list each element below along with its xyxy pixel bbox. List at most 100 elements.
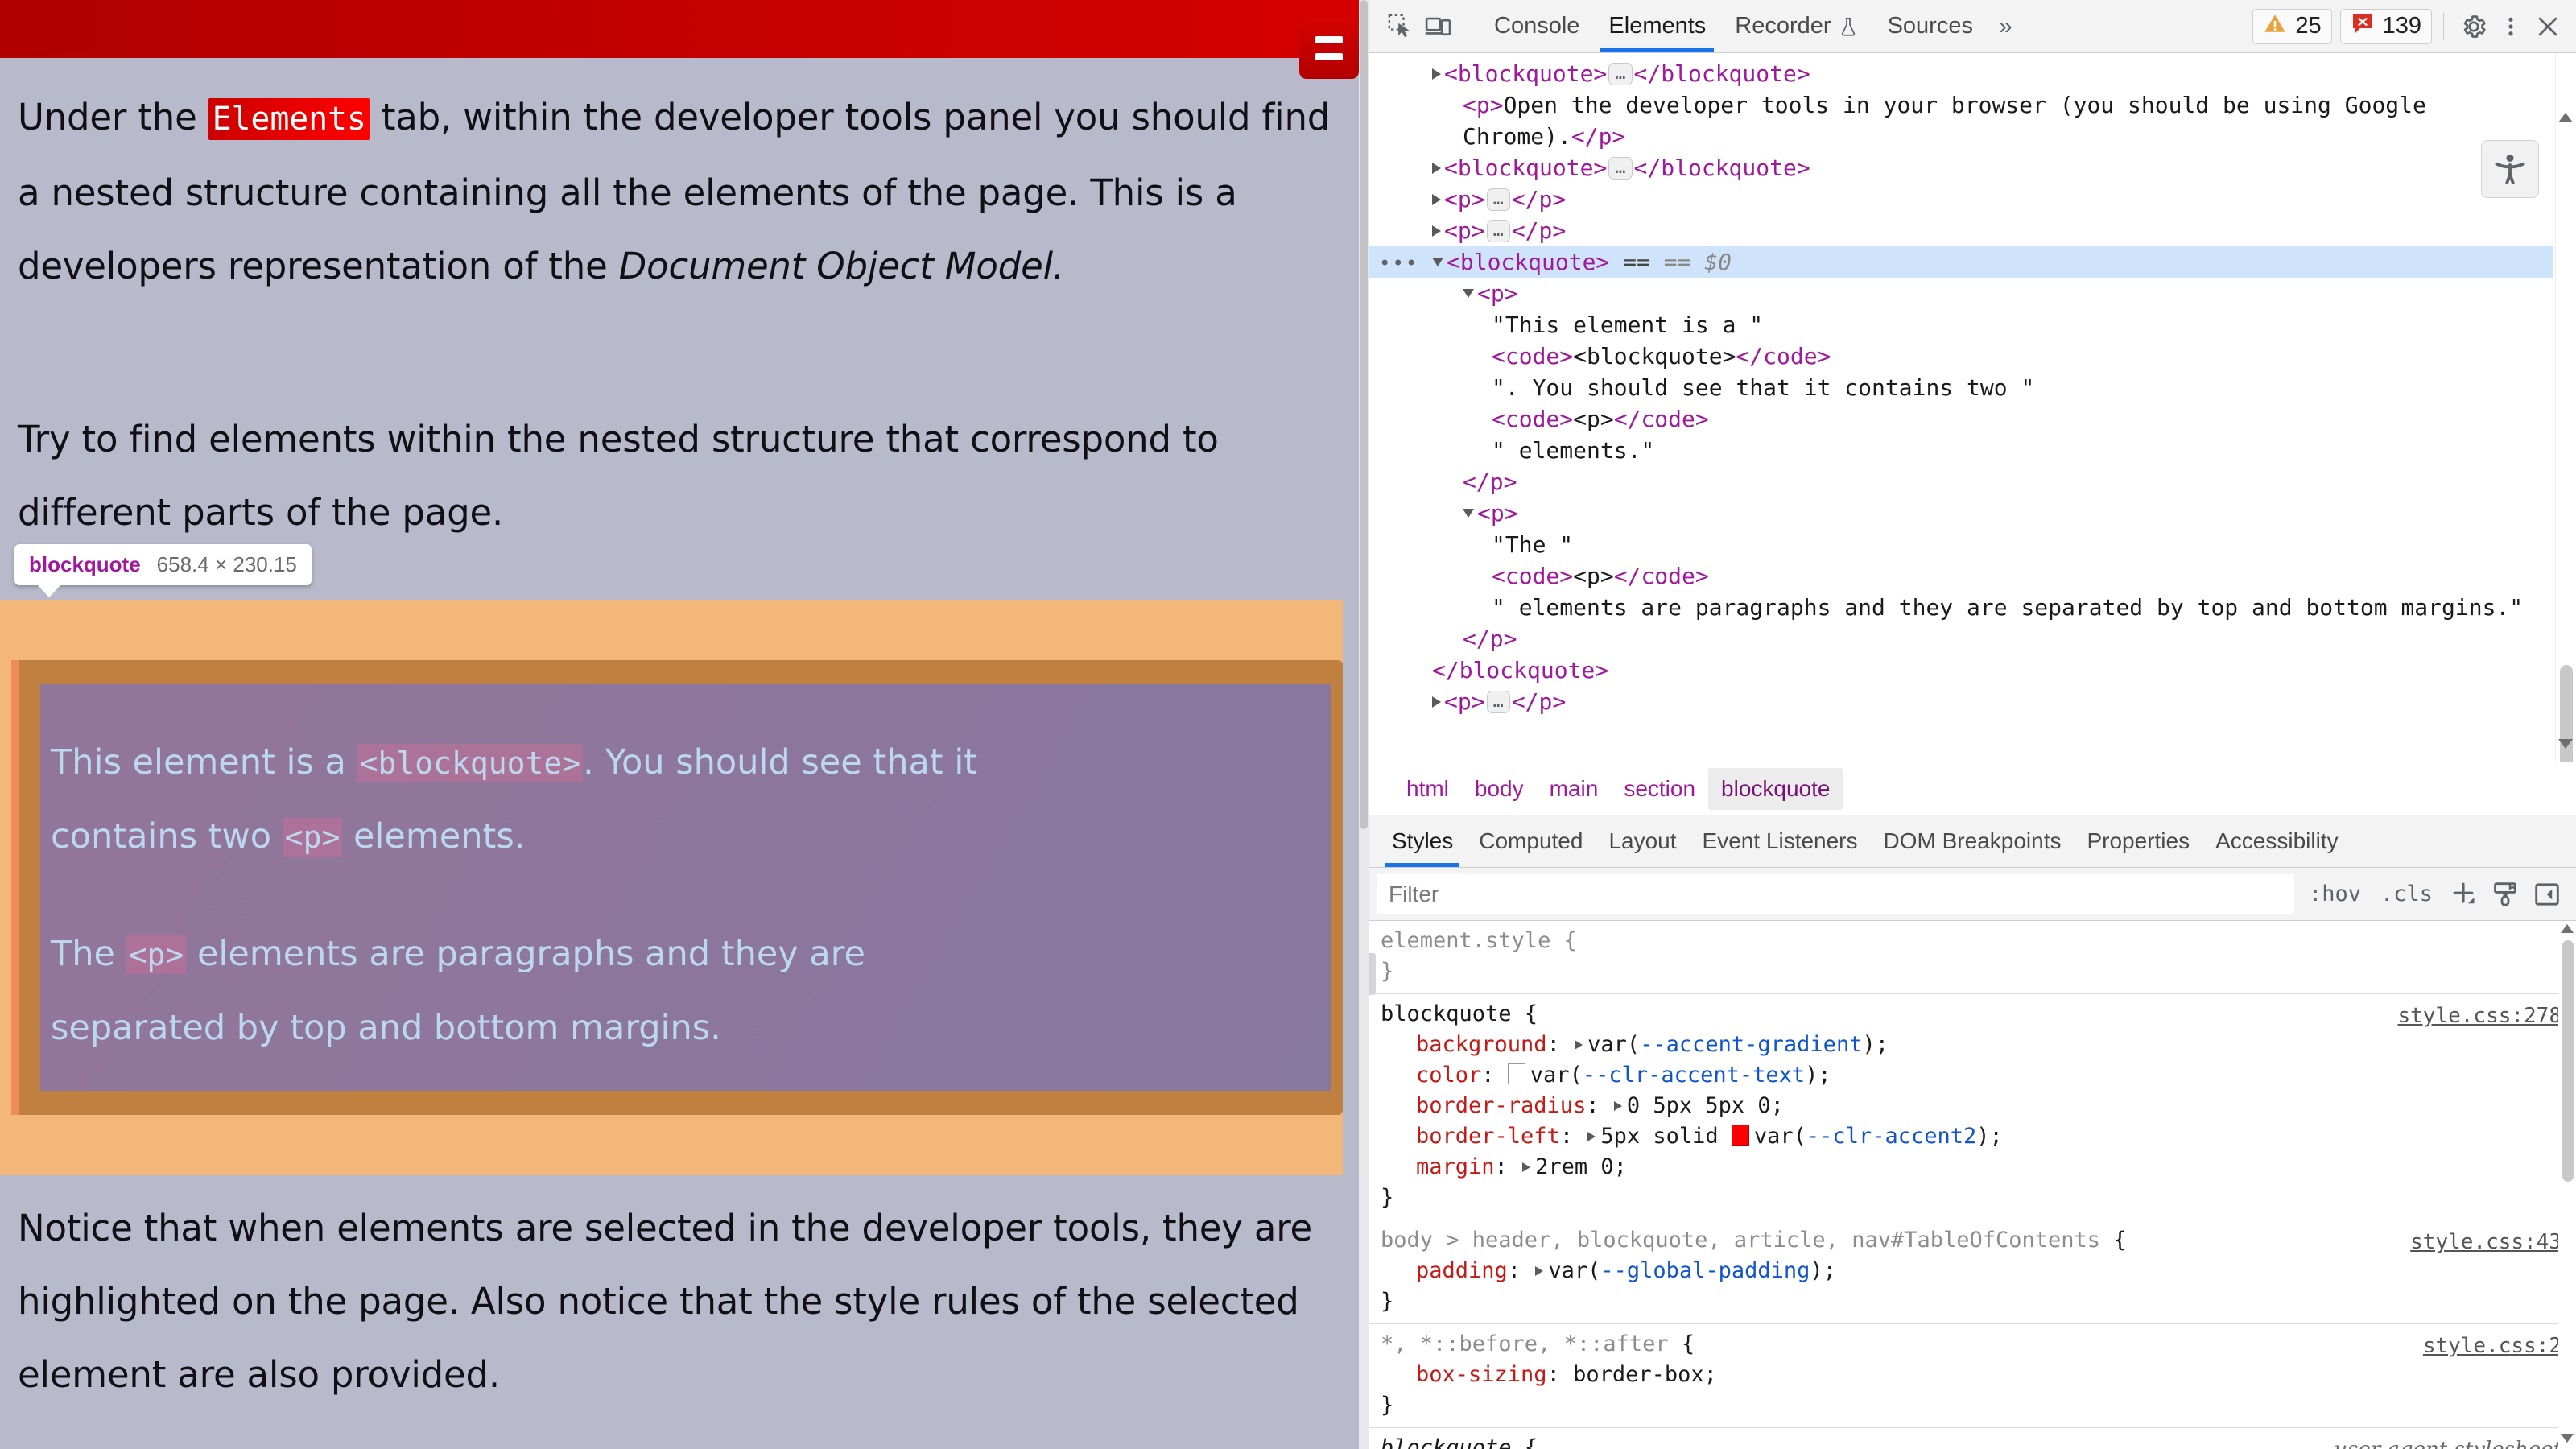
dom-node-blockquote-close[interactable]: </blockquote> [1369, 654, 2553, 686]
rule-source-link[interactable]: style.css:43 [2410, 1227, 2562, 1257]
tab-accessibility[interactable]: Accessibility [2202, 815, 2351, 867]
breadcrumb-item-html[interactable]: html [1393, 768, 1462, 810]
scroll-up-arrow-icon[interactable] [2561, 924, 2574, 933]
dom-text-node[interactable]: " elements are paragraphs and they are s… [1369, 592, 2553, 623]
rule-source-link[interactable]: style.css:278 [2398, 1001, 2562, 1031]
tab-properties[interactable]: Properties [2074, 815, 2202, 867]
paintbrush-icon[interactable] [2484, 873, 2526, 915]
declaration-property[interactable]: background [1381, 1030, 1547, 1060]
toolbar-overflow-icon[interactable]: » [1988, 13, 2024, 40]
declaration-property[interactable]: box-sizing [1381, 1360, 1547, 1390]
expand-ellipsis-icon[interactable]: … [1486, 691, 1510, 713]
dom-node-code[interactable]: <code><p></code> [1369, 560, 2553, 592]
breadcrumb-item-main[interactable]: main [1537, 768, 1612, 810]
styles-pane-scrollbar[interactable] [2558, 921, 2576, 1449]
rule-selector[interactable]: element.style [1381, 928, 1550, 953]
color-swatch-icon[interactable] [1507, 1063, 1525, 1084]
dom-tree-scrollbar[interactable] [2555, 53, 2576, 762]
hamburger-menu-icon[interactable] [1299, 18, 1359, 79]
expand-ellipsis-icon[interactable]: … [1608, 63, 1633, 85]
style-rule-global-padding[interactable]: style.css:43 body > header, blockquote, … [1369, 1220, 2576, 1324]
style-rule-blockquote[interactable]: style.css:278 blockquote { background: v… [1369, 994, 2576, 1220]
tab-recorder[interactable]: Recorder [1720, 1, 1872, 52]
declaration-color[interactable]: color: var(--clr-accent-text); [1381, 1060, 2552, 1091]
style-rule-element-style[interactable]: element.style { } [1369, 921, 2576, 994]
chevron-right-icon[interactable] [1432, 225, 1441, 237]
expand-value-icon[interactable] [1613, 1101, 1622, 1111]
expand-ellipsis-icon[interactable]: … [1608, 157, 1633, 180]
style-rule-user-agent[interactable]: user agent stylesheet blockquote { displ… [1369, 1428, 2576, 1449]
styles-rules-pane[interactable]: element.style { } style.css:278 blockquo… [1369, 921, 2576, 1449]
expand-value-icon[interactable] [1535, 1266, 1544, 1276]
tab-sources[interactable]: Sources [1873, 1, 1988, 52]
dom-node-code[interactable]: <code><blockquote></code> [1369, 341, 2553, 372]
expand-value-icon[interactable] [1587, 1132, 1596, 1141]
dom-node-p-collapsed[interactable]: <p>… </p> [1369, 184, 2553, 215]
tab-elements[interactable]: Elements [1594, 1, 1720, 52]
dom-node-p-close[interactable]: </p> [1369, 466, 2553, 497]
tab-layout[interactable]: Layout [1596, 815, 1689, 867]
tab-event-listeners[interactable]: Event Listeners [1690, 815, 1871, 867]
tab-dom-breakpoints[interactable]: DOM Breakpoints [1871, 815, 2074, 867]
dom-node-code[interactable]: <code><p></code> [1369, 403, 2553, 435]
dom-tree[interactable]: <blockquote>… </blockquote> <p>Open the d… [1369, 53, 2553, 762]
dom-text-node[interactable]: "The " [1369, 529, 2553, 560]
scroll-down-arrow-icon[interactable] [2558, 739, 2573, 749]
rule-selector[interactable]: body > header, blockquote, article, nav#… [1381, 1228, 2100, 1253]
declaration-border-left[interactable]: border-left: 5px solid var(--clr-accent2… [1381, 1121, 2552, 1152]
scroll-up-arrow-icon[interactable] [2558, 113, 2573, 122]
node-menu-icon[interactable]: ••• [1379, 248, 1418, 279]
rule-selector[interactable]: *, *::before, *::after [1381, 1331, 1669, 1356]
styles-filter-input[interactable] [1377, 873, 2294, 914]
tab-styles[interactable]: Styles [1379, 815, 1466, 867]
color-swatch-icon[interactable] [1731, 1125, 1749, 1146]
dom-text-node[interactable]: "This element is a " [1369, 309, 2553, 341]
tab-computed[interactable]: Computed [1466, 815, 1596, 867]
dom-node-selected-blockquote[interactable]: ••• <blockquote> == == $0 [1369, 246, 2553, 278]
chevron-right-icon[interactable] [1432, 696, 1441, 708]
hover-state-button[interactable]: :hov [2299, 881, 2371, 906]
styles-scrollbar-thumb[interactable] [2562, 940, 2574, 1182]
vertical-dots-icon[interactable] [2492, 8, 2529, 45]
declaration-background[interactable]: background: var(--accent-gradient); [1381, 1030, 2552, 1060]
panel-toggle-icon[interactable] [2526, 873, 2568, 915]
chevron-right-icon[interactable] [1432, 194, 1441, 205]
chevron-right-icon[interactable] [1432, 68, 1441, 80]
devtools-resize-handle[interactable] [1367, 0, 1372, 1449]
declaration-property[interactable]: border-left [1381, 1121, 1560, 1152]
chevron-down-icon[interactable] [1463, 289, 1474, 298]
dom-node-p-text[interactable]: <p>Open the developer tools in your brow… [1369, 89, 2553, 152]
declaration-box-sizing[interactable]: box-sizing: border-box; [1381, 1360, 2552, 1390]
rule-source-link[interactable]: style.css:2 [2423, 1331, 2562, 1361]
dom-node-p-close[interactable]: </p> [1369, 623, 2553, 654]
close-icon[interactable] [2529, 8, 2566, 45]
declaration-property[interactable]: margin [1381, 1152, 1495, 1183]
tab-console[interactable]: Console [1480, 1, 1594, 52]
dom-node-blockquote-collapsed[interactable]: <blockquote>… </blockquote> [1369, 152, 2553, 184]
declaration-padding[interactable]: padding: var(--global-padding); [1381, 1256, 2552, 1286]
dom-node-p-open[interactable]: <p> [1369, 497, 2553, 529]
dom-node-p-collapsed[interactable]: <p>… </p> [1369, 686, 2553, 717]
chevron-right-icon[interactable] [1432, 163, 1441, 174]
expand-ellipsis-icon[interactable]: … [1486, 220, 1510, 242]
declaration-margin[interactable]: margin: 2rem 0; [1381, 1152, 2552, 1183]
device-toolbar-icon[interactable] [1419, 8, 1456, 45]
declaration-property[interactable]: color [1381, 1060, 1481, 1091]
expand-value-icon[interactable] [1522, 1162, 1531, 1172]
dom-node-p-collapsed[interactable]: <p>… </p> [1369, 215, 2553, 246]
breadcrumb-item-blockquote[interactable]: blockquote [1708, 767, 1843, 810]
declaration-border-radius[interactable]: border-radius: 0 5px 5px 0; [1381, 1091, 2552, 1121]
declaration-property[interactable]: border-radius [1381, 1091, 1586, 1121]
dom-node-p-open[interactable]: <p> [1369, 278, 2553, 309]
rule-selector[interactable]: blockquote [1381, 1001, 1512, 1026]
breadcrumb-item-body[interactable]: body [1462, 768, 1537, 810]
dom-text-node[interactable]: " elements." [1369, 435, 2553, 466]
inspect-element-icon[interactable] [1382, 8, 1419, 45]
rule-selector[interactable]: blockquote [1381, 1435, 1512, 1449]
chevron-down-icon[interactable] [1432, 258, 1443, 266]
errors-badge[interactable]: 139 [2339, 8, 2432, 44]
gear-icon[interactable] [2455, 8, 2492, 45]
chevron-down-icon[interactable] [1463, 509, 1474, 518]
scroll-down-arrow-icon[interactable] [2561, 1434, 2574, 1443]
breadcrumb-item-section[interactable]: section [1611, 768, 1708, 810]
